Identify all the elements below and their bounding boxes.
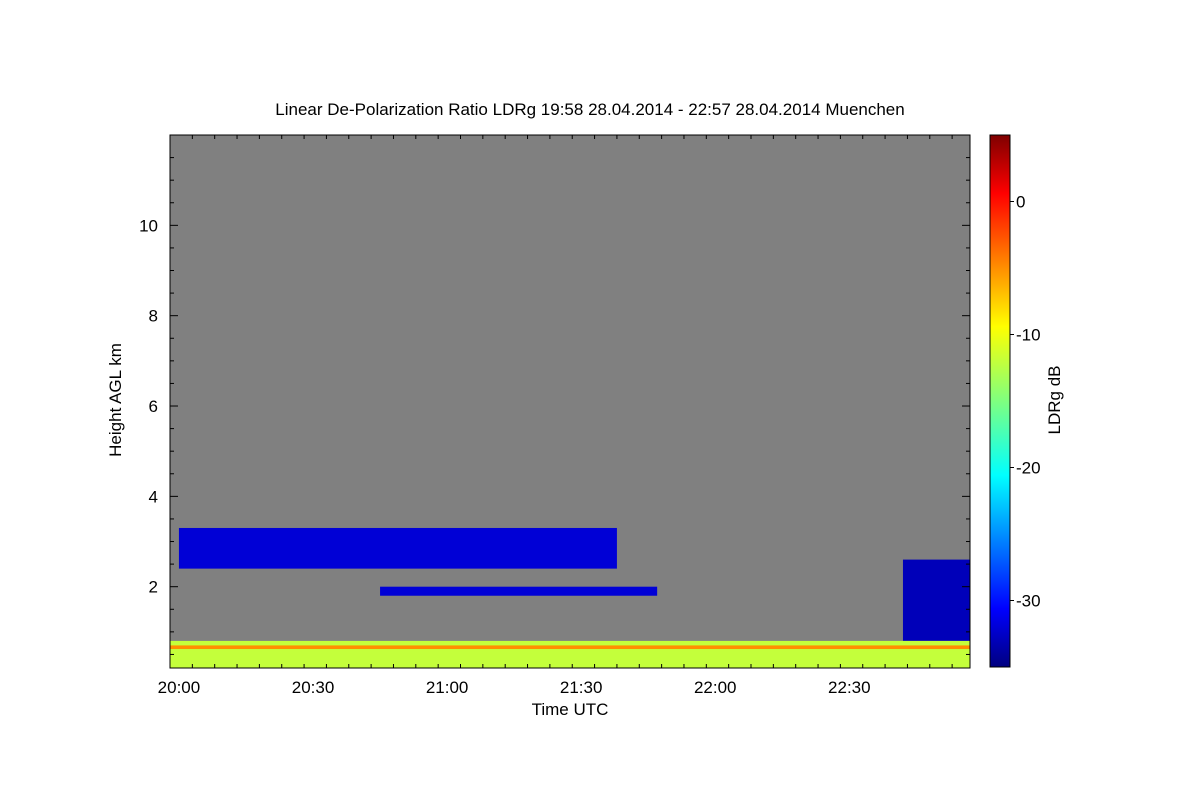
y-axis-label: Height AGL km xyxy=(106,343,125,457)
x-axis-label: Time UTC xyxy=(532,700,609,719)
feature-orange-layer xyxy=(170,645,970,650)
chart-title: Linear De-Polarization Ratio LDRg 19:58 … xyxy=(275,100,904,119)
feature-cloud xyxy=(902,559,970,641)
colorbar xyxy=(989,134,1011,668)
feature-near-surface-band xyxy=(170,640,970,668)
x-tick-label: 20:00 xyxy=(158,678,201,697)
colorbar-label: LDRg dB xyxy=(1045,366,1064,435)
colorbar-tick-label: -10 xyxy=(1016,326,1041,345)
x-tick-label: 20:30 xyxy=(292,678,335,697)
colorbar-ticks: 0 -10 -20 -30 xyxy=(1010,193,1041,611)
y-tick-label: 2 xyxy=(149,578,158,597)
feature-thin-aerosol-layer xyxy=(380,586,658,596)
y-tick-label: 6 xyxy=(149,397,158,416)
x-tick-label: 22:30 xyxy=(828,678,871,697)
y-tick-label: 8 xyxy=(149,307,158,326)
x-tick-label: 21:30 xyxy=(560,678,603,697)
y-tick-label: 10 xyxy=(139,216,158,235)
ldr-chart: Linear De-Polarization Ratio LDRg 19:58 … xyxy=(106,100,1064,719)
colorbar-tick-label: 0 xyxy=(1016,193,1025,212)
y-tick-label: 4 xyxy=(149,487,158,506)
feature-aerosol-layer xyxy=(178,527,617,569)
colorbar-tick-label: -30 xyxy=(1016,592,1041,611)
colorbar-tick-label: -20 xyxy=(1016,459,1041,478)
x-tick-label: 21:00 xyxy=(426,678,469,697)
x-tick-label: 22:00 xyxy=(694,678,737,697)
